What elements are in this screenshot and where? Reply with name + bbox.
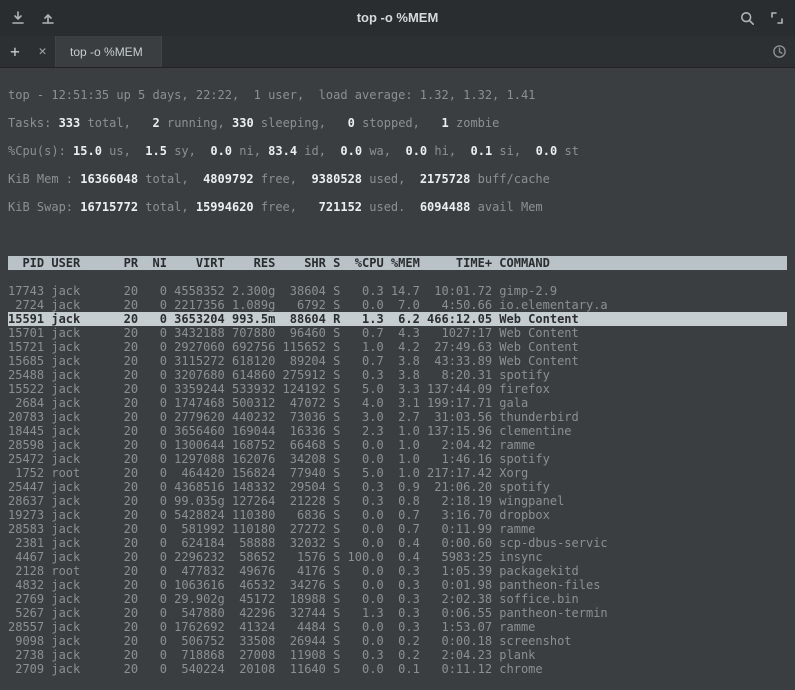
process-row: 4467 jack 20 0 2296232 58652 1576 S 100.… (8, 550, 787, 564)
summary-tasks: Tasks: 333 total, 2 running, 330 sleepin… (8, 116, 787, 130)
window-titlebar: top -o %MEM (0, 0, 795, 36)
process-row: 15522 jack 20 0 3359244 533932 124192 S … (8, 382, 787, 396)
process-row: 28583 jack 20 0 581992 110180 27272 S 0.… (8, 522, 787, 536)
process-header: PID USER PR NI VIRT RES SHR S %CPU %MEM … (8, 256, 787, 270)
process-row: 15685 jack 20 0 3115272 618120 89204 S 0… (8, 354, 787, 368)
process-row: 2724 jack 20 0 2217356 1.089g 6792 S 0.0… (8, 298, 787, 312)
history-icon[interactable] (763, 36, 795, 67)
window-title: top -o %MEM (70, 11, 725, 25)
process-row: 15701 jack 20 0 3432188 707880 96460 S 0… (8, 326, 787, 340)
tab-terminal[interactable]: top -o %MEM (56, 36, 162, 67)
download-icon[interactable] (10, 11, 26, 25)
maximize-icon[interactable] (769, 11, 785, 25)
process-row: 25472 jack 20 0 1297088 162076 34208 S 0… (8, 452, 787, 466)
process-list: 17743 jack 20 0 4558352 2.300g 38604 S 0… (8, 284, 787, 676)
process-row: 9098 jack 20 0 506752 33508 26944 S 0.0 … (8, 634, 787, 648)
process-row: 15721 jack 20 0 2927060 692756 115652 S … (8, 340, 787, 354)
summary-mem: KiB Mem : 16366048 total, 4809792 free, … (8, 172, 787, 186)
process-row: 20783 jack 20 0 2779620 440232 73036 S 3… (8, 410, 787, 424)
close-tab-button[interactable]: ✕ (30, 36, 56, 67)
process-row: 2381 jack 20 0 624184 58888 32032 S 0.0 … (8, 536, 787, 550)
process-row: 2738 jack 20 0 718868 27008 11908 S 0.3 … (8, 648, 787, 662)
process-row: 28557 jack 20 0 1762692 41324 4484 S 0.0… (8, 620, 787, 634)
process-row: 2769 jack 20 0 29.902g 45172 18988 S 0.0… (8, 592, 787, 606)
upload-icon[interactable] (40, 11, 56, 25)
tab-strip: + ✕ top -o %MEM (0, 36, 795, 68)
process-row: 17743 jack 20 0 4558352 2.300g 38604 S 0… (8, 284, 787, 298)
process-row: 5267 jack 20 0 547880 42296 32744 S 1.3 … (8, 606, 787, 620)
search-icon[interactable] (739, 11, 755, 26)
new-tab-button[interactable]: + (0, 36, 30, 67)
process-row: 4832 jack 20 0 1063616 46532 34276 S 0.0… (8, 578, 787, 592)
process-row: 25447 jack 20 0 4368516 148332 29504 S 0… (8, 480, 787, 494)
process-row: 2128 root 20 0 477832 49676 4176 S 0.0 0… (8, 564, 787, 578)
summary-cpu: %Cpu(s): 15.0 us, 1.5 sy, 0.0 ni, 83.4 i… (8, 144, 787, 158)
process-row: 28637 jack 20 0 99.035g 127264 21228 S 0… (8, 494, 787, 508)
process-row: 15591 jack 20 0 3653204 993.5m 88604 R 1… (8, 312, 787, 326)
process-row: 25488 jack 20 0 3207680 614860 275912 S … (8, 368, 787, 382)
process-row: 2709 jack 20 0 540224 20108 11640 S 0.0 … (8, 662, 787, 676)
summary-swap: KiB Swap: 16715772 total, 15994620 free,… (8, 200, 787, 214)
process-row: 2684 jack 20 0 1747468 500312 47072 S 4.… (8, 396, 787, 410)
terminal-output[interactable]: top - 12:51:35 up 5 days, 22:22, 1 user,… (0, 68, 795, 690)
process-row: 18445 jack 20 0 3656460 169044 16336 S 2… (8, 424, 787, 438)
process-row: 1752 root 20 0 464420 156824 77940 S 5.0… (8, 466, 787, 480)
tab-label: top -o %MEM (70, 45, 143, 59)
summary-uptime: top - 12:51:35 up 5 days, 22:22, 1 user,… (8, 88, 787, 102)
process-row: 19273 jack 20 0 5428824 110380 6836 S 0.… (8, 508, 787, 522)
blank-line (8, 228, 787, 242)
process-row: 28598 jack 20 0 1300644 168752 66468 S 0… (8, 438, 787, 452)
